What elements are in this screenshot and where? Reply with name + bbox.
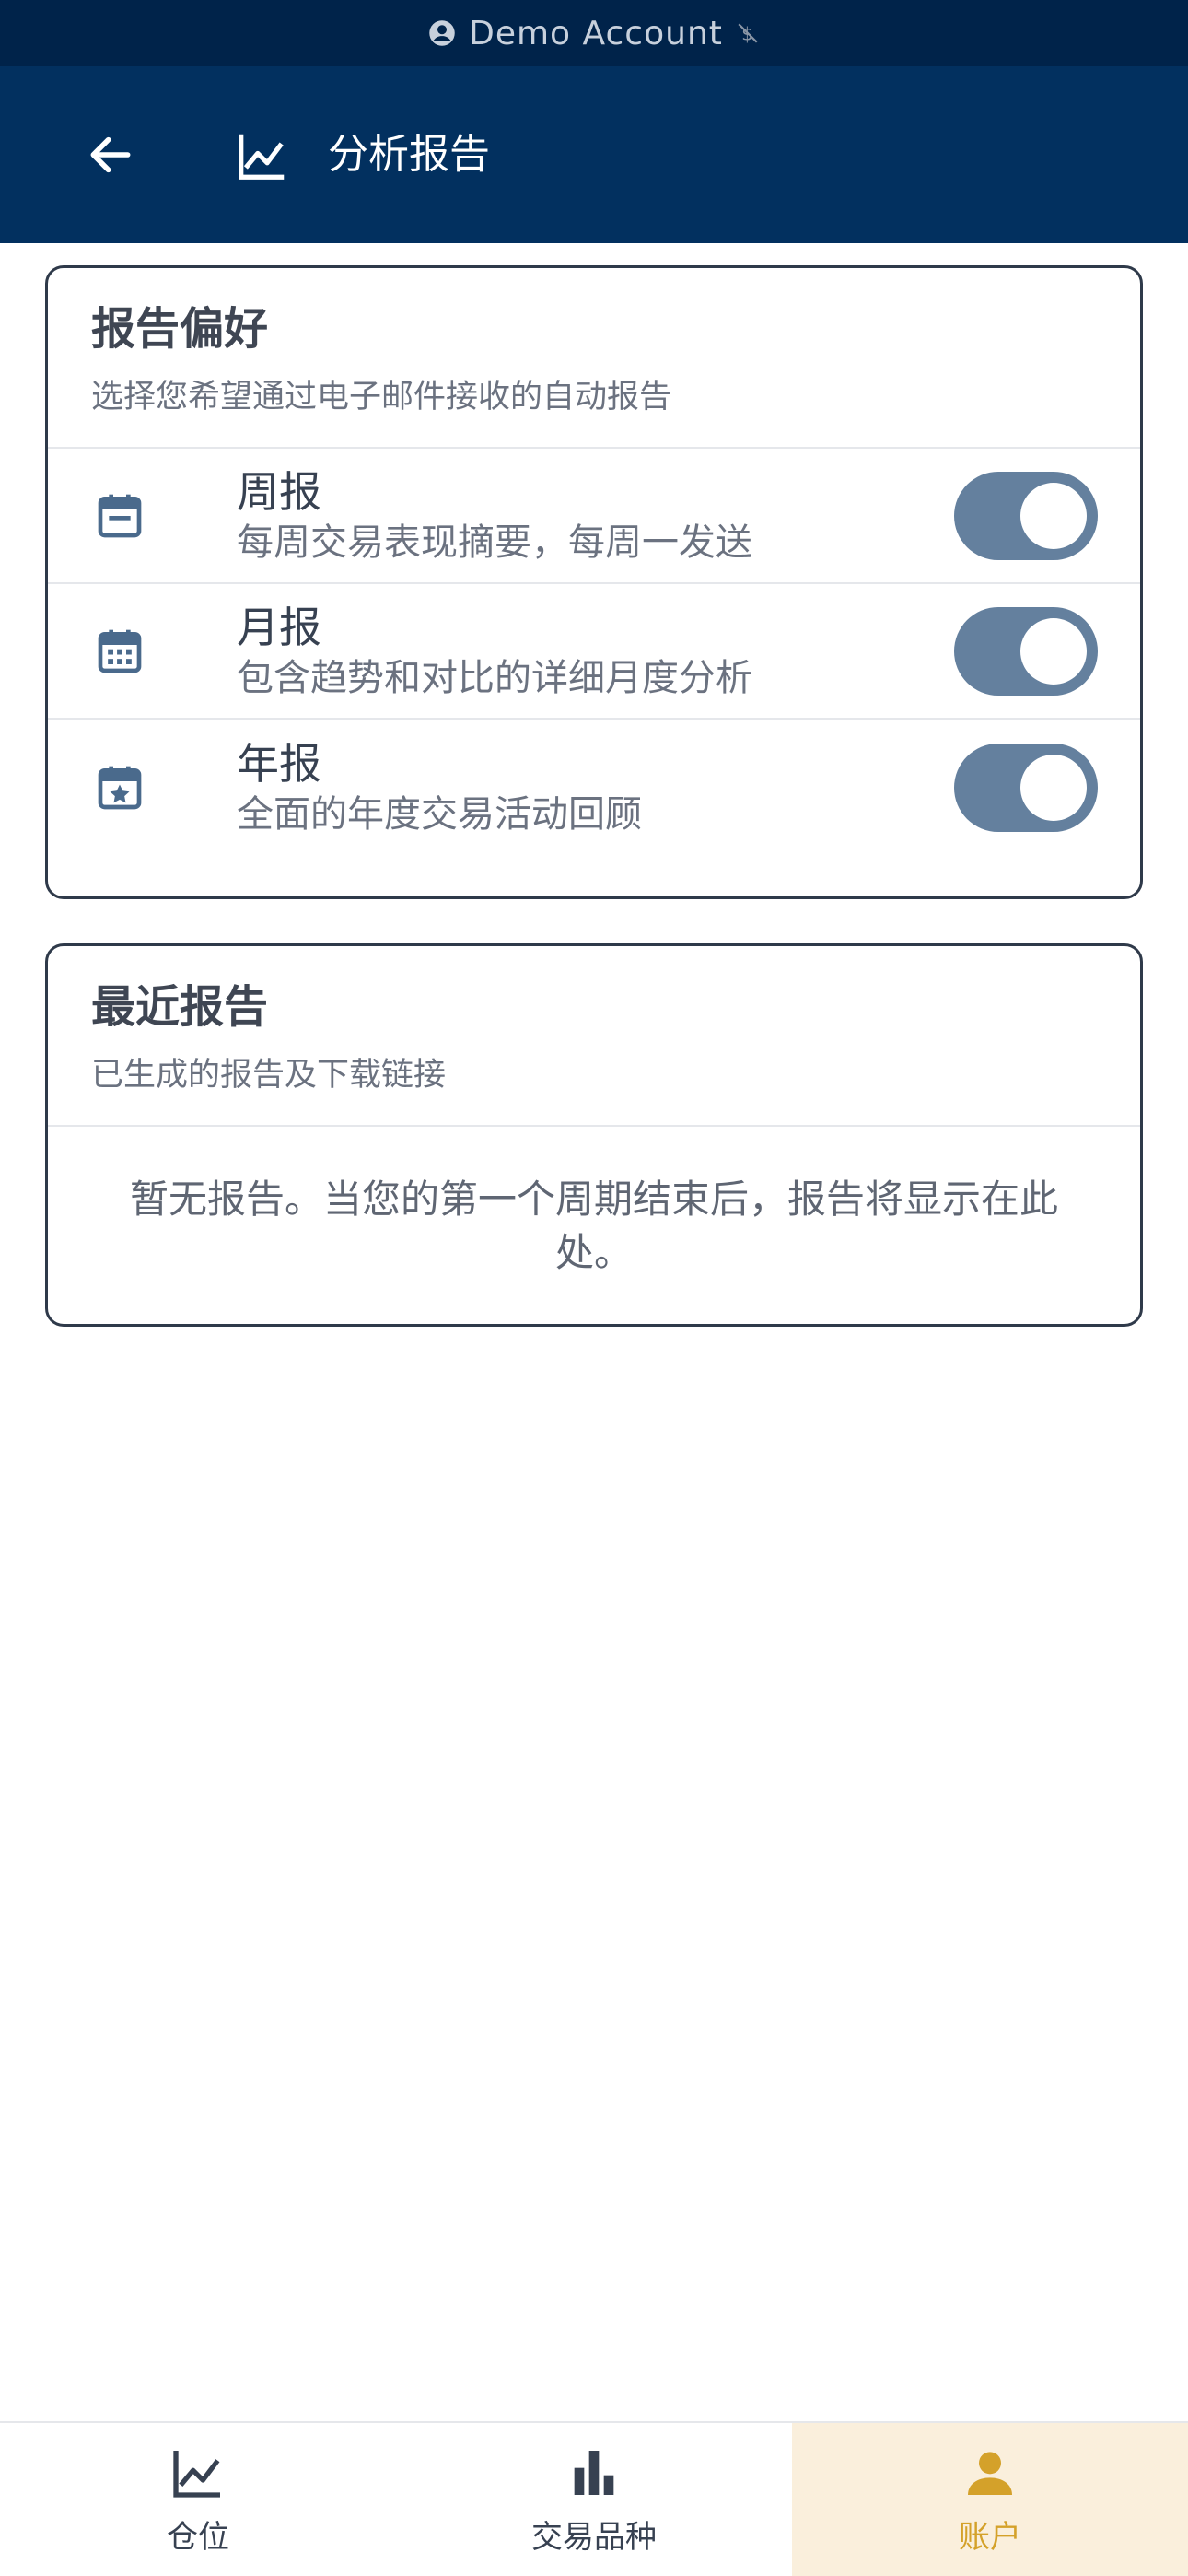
calendar-icon — [98, 494, 142, 537]
card-header: 报告偏好 选择您希望通过电子邮件接收的自动报告 — [48, 268, 1140, 449]
status-bar: Demo Account $ — [0, 0, 1188, 66]
nav-item-instruments[interactable]: 交易品种 — [396, 2423, 792, 2576]
pref-row-weekly: 周报 每周交易表现摘要，每周一发送 — [48, 449, 1140, 584]
card-title: 最近报告 — [91, 981, 269, 1033]
back-button[interactable] — [81, 125, 140, 184]
calendar-star-icon — [98, 766, 142, 809]
card-subtitle: 已生成的报告及下载链接 — [91, 1057, 447, 1094]
pref-row-monthly: 月报 包含趋势和对比的详细月度分析 — [48, 584, 1140, 720]
toggle-yearly[interactable] — [954, 743, 1098, 832]
recent-reports-card: 最近报告 已生成的报告及下载链接 暂无报告。当您的第一个周期结束后，报告将显示在… — [45, 943, 1143, 1327]
nav-item-positions[interactable]: 仓位 — [0, 2423, 396, 2576]
no-dollar-icon: $ — [738, 23, 758, 45]
account-circle-icon — [429, 20, 455, 46]
nav-label: 交易品种 — [531, 2518, 657, 2556]
card-title: 报告偏好 — [91, 303, 269, 355]
card-subtitle: 选择您希望通过电子邮件接收的自动报告 — [91, 379, 672, 416]
nav-item-account[interactable]: 账户 — [792, 2423, 1188, 2576]
nav-label: 账户 — [959, 2518, 1021, 2556]
toggle-monthly[interactable] — [954, 606, 1098, 696]
arrow-left-icon — [90, 136, 131, 173]
app-bar: 分析报告 — [0, 66, 1188, 243]
page-title: 分析报告 — [328, 131, 490, 178]
pref-desc-yearly: 全面的年度交易活动回顾 — [237, 792, 642, 836]
person-icon — [968, 2451, 1012, 2495]
empty-state-message: 暂无报告。当您的第一个周期结束后，报告将显示在此处。 — [129, 1177, 1058, 1275]
toggle-knob — [1020, 754, 1087, 821]
bar-chart-icon — [574, 2450, 614, 2495]
pref-label-yearly: 年报 — [237, 738, 321, 789]
pref-desc-weekly: 每周交易表现摘要，每周一发送 — [237, 521, 752, 564]
account-label: Demo Account — [469, 14, 723, 53]
nav-label: 仓位 — [167, 2518, 229, 2556]
chart-line-icon — [173, 2450, 220, 2498]
pref-row-yearly: 年报 全面的年度交易活动回顾 — [48, 720, 1140, 855]
bottom-nav: 仓位 交易品种 账户 — [0, 2421, 1188, 2576]
toggle-knob — [1020, 482, 1087, 549]
toggle-knob — [1020, 617, 1087, 685]
chart-line-icon — [239, 134, 285, 180]
report-preferences-card: 报告偏好 选择您希望通过电子邮件接收的自动报告 周报 每周交易表现摘要，每周一发… — [45, 265, 1143, 899]
pref-label-monthly: 月报 — [237, 602, 321, 652]
toggle-weekly[interactable] — [954, 471, 1098, 560]
calendar-month-icon — [98, 629, 142, 673]
card-header: 最近报告 已生成的报告及下载链接 — [48, 946, 1140, 1127]
pref-desc-monthly: 包含趋势和对比的详细月度分析 — [237, 656, 752, 699]
pref-label-weekly: 周报 — [237, 466, 321, 517]
